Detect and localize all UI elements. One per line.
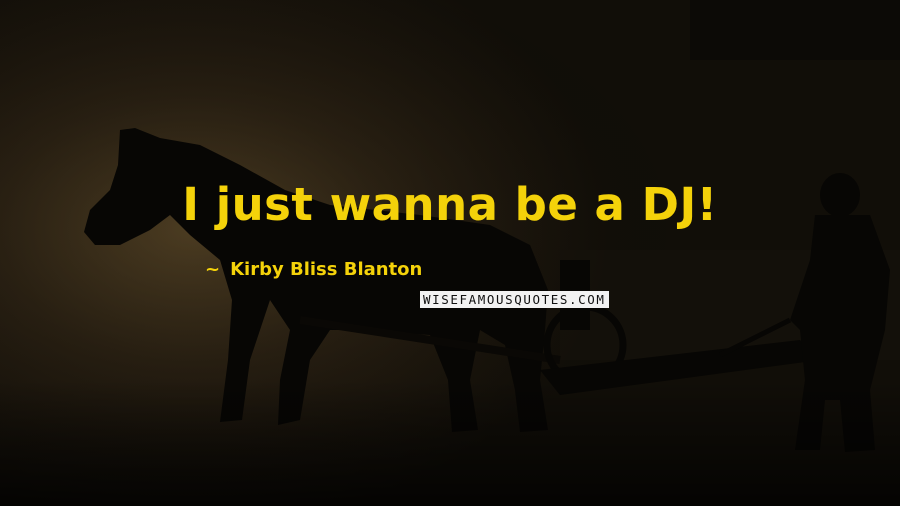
quote-card: I just wanna be a DJ! ~ Kirby Bliss Blan… — [0, 0, 900, 506]
author-name: Kirby Bliss Blanton — [230, 258, 423, 280]
watermark-logo: WISEFAMOUSQUOTES.COM — [420, 291, 609, 308]
background-photo-horse-silhouette — [0, 0, 900, 506]
author-dash: ~ — [205, 258, 221, 280]
quote-text: I just wanna be a DJ! — [182, 178, 718, 231]
author-attribution: ~ Kirby Bliss Blanton — [205, 256, 422, 282]
